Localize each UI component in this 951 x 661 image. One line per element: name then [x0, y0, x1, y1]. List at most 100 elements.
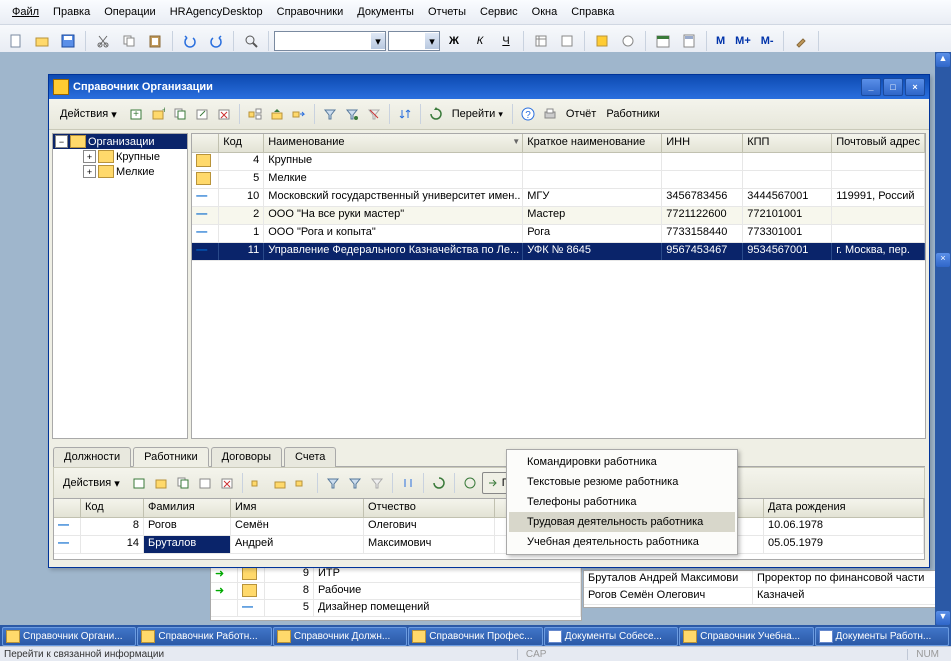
taskbar-item[interactable]: Справочник Профес...: [408, 627, 542, 646]
size-combo[interactable]: ▾: [388, 31, 440, 51]
move-folder-icon[interactable]: [289, 104, 309, 124]
col-icon[interactable]: [192, 134, 219, 152]
tab-accounts[interactable]: Счета: [284, 447, 336, 467]
menu-edit[interactable]: Правка: [47, 4, 96, 20]
report-button[interactable]: Отчёт: [562, 104, 600, 124]
table-row[interactable]: —1ООО "Рога и копыта"Рога773315844077330…: [192, 225, 925, 243]
menu-documents[interactable]: Документы: [351, 4, 420, 20]
underline-icon[interactable]: Ч: [494, 29, 518, 53]
tree-item[interactable]: + Мелкие: [81, 164, 187, 179]
d-edit-icon[interactable]: [195, 473, 215, 493]
add-copy-icon[interactable]: [170, 104, 190, 124]
help-icon[interactable]: ?: [518, 104, 538, 124]
table-row[interactable]: —5Дизайнер помещений: [211, 600, 581, 617]
level-up-icon[interactable]: [267, 104, 287, 124]
menu-item[interactable]: Текстовые резюме работника: [509, 472, 735, 492]
col-middlename[interactable]: Отчество: [364, 499, 495, 517]
menu-item[interactable]: Командировки работника: [509, 452, 735, 472]
d-sort-icon[interactable]: [398, 473, 418, 493]
taskbar-item[interactable]: Документы Собесе...: [544, 627, 678, 646]
add-icon[interactable]: +: [126, 104, 146, 124]
col-inn[interactable]: ИНН: [662, 134, 743, 152]
table-row[interactable]: —11Управление Федерального Казначейства …: [192, 243, 925, 261]
col-addr[interactable]: Почтовый адрес: [832, 134, 925, 152]
m-plus-button[interactable]: M+: [731, 35, 755, 47]
goto-button[interactable]: Перейти▾: [448, 104, 507, 124]
menu-file[interactable]: Файл: [6, 4, 45, 20]
d-hier-icon[interactable]: [248, 473, 268, 493]
org-grid[interactable]: Код Наименование Краткое наименование ИН…: [191, 133, 926, 439]
menu-catalogs[interactable]: Справочники: [271, 4, 350, 20]
table-row[interactable]: —10Московский государственный университе…: [192, 189, 925, 207]
menu-service[interactable]: Сервис: [474, 4, 524, 20]
new-doc-icon[interactable]: [4, 29, 28, 53]
d-refresh2-icon[interactable]: [460, 473, 480, 493]
col-short[interactable]: Краткое наименование: [523, 134, 662, 152]
m-recall-button[interactable]: M: [712, 35, 729, 47]
taskbar-item[interactable]: Справочник Должн...: [273, 627, 407, 646]
workers-button[interactable]: Работники: [602, 104, 663, 124]
col-firstname[interactable]: Имя: [231, 499, 364, 517]
copy-icon[interactable]: [117, 29, 141, 53]
org-tree[interactable]: − Организации + Крупные + Мелкие: [52, 133, 188, 439]
toolbar-icon-1[interactable]: [529, 29, 553, 53]
table-row[interactable]: —2ООО "На все руки мастер"Мастер77211226…: [192, 207, 925, 225]
d-filter2-icon[interactable]: [345, 473, 365, 493]
font-combo[interactable]: ▾: [274, 31, 386, 51]
menu-item[interactable]: Учебная деятельность работника: [509, 532, 735, 552]
d-delete-icon[interactable]: [217, 473, 237, 493]
menu-operations[interactable]: Операции: [98, 4, 161, 20]
d-filter1-icon[interactable]: [323, 473, 343, 493]
calendar-icon[interactable]: [651, 29, 675, 53]
save-icon[interactable]: [56, 29, 80, 53]
col-name[interactable]: Наименование: [264, 134, 523, 152]
filter-off-icon[interactable]: [364, 104, 384, 124]
d-up-icon[interactable]: [270, 473, 290, 493]
table-row[interactable]: —14БруталовАндрейМаксимович05.05.1979: [54, 536, 924, 554]
menu-item[interactable]: Телефоны работника: [509, 492, 735, 512]
table-row[interactable]: ➜8Рабочие: [211, 583, 581, 600]
calculator-icon[interactable]: [677, 29, 701, 53]
close-button[interactable]: ×: [905, 78, 925, 96]
taskbar-item[interactable]: Справочник Работн...: [137, 627, 271, 646]
undo-icon[interactable]: [178, 29, 202, 53]
toolbar-icon-3[interactable]: [590, 29, 614, 53]
maximize-button[interactable]: □: [883, 78, 903, 96]
col-birthdate[interactable]: Дата рождения: [764, 499, 924, 517]
actions-dropdown[interactable]: Действия▾: [53, 103, 124, 125]
mark-delete-icon[interactable]: [214, 104, 234, 124]
table-row[interactable]: 5Мелкие: [192, 171, 925, 189]
mdi-scrollbar[interactable]: ▲ × ▼: [935, 52, 951, 627]
paste-icon[interactable]: [143, 29, 167, 53]
sort-icon[interactable]: [395, 104, 415, 124]
italic-icon[interactable]: К: [468, 29, 492, 53]
add-group-icon[interactable]: +: [148, 104, 168, 124]
table-row[interactable]: 4Крупные: [192, 153, 925, 171]
table-row[interactable]: ➜9ИТР: [211, 566, 581, 583]
scroll-up-icon[interactable]: ▲: [936, 53, 950, 67]
detail-actions-dropdown[interactable]: Действия▾: [56, 472, 127, 494]
filter1-icon[interactable]: [320, 104, 340, 124]
col-lastname[interactable]: Фамилия: [144, 499, 231, 517]
taskbar-item[interactable]: Документы Работн...: [815, 627, 949, 646]
menu-item-highlighted[interactable]: Трудовая деятельность работника: [509, 512, 735, 532]
d-copy-icon[interactable]: [173, 473, 193, 493]
table-row[interactable]: Бруталов Андрей МаксимовиПроректор по фи…: [584, 571, 942, 588]
col-code[interactable]: Код: [81, 499, 144, 517]
table-row[interactable]: Рогов Семён ОлеговичКазначей: [584, 588, 942, 605]
tab-contracts[interactable]: Договоры: [211, 447, 282, 467]
bold-icon[interactable]: Ж: [442, 29, 466, 53]
close-x-icon[interactable]: ×: [936, 253, 950, 267]
menu-help[interactable]: Справка: [565, 4, 620, 20]
col-kpp[interactable]: КПП: [743, 134, 832, 152]
toolbar-icon-4[interactable]: [616, 29, 640, 53]
table-row[interactable]: —8РоговСемёнОлегович10.06.1978: [54, 518, 924, 536]
expand-icon[interactable]: +: [83, 150, 96, 163]
taskbar-item[interactable]: Справочник Учебна...: [679, 627, 813, 646]
d-move-icon[interactable]: [292, 473, 312, 493]
open-icon[interactable]: [30, 29, 54, 53]
tools-icon[interactable]: [789, 29, 813, 53]
cut-icon[interactable]: [91, 29, 115, 53]
filter2-icon[interactable]: [342, 104, 362, 124]
taskbar-item[interactable]: Справочник Органи...: [2, 627, 136, 646]
